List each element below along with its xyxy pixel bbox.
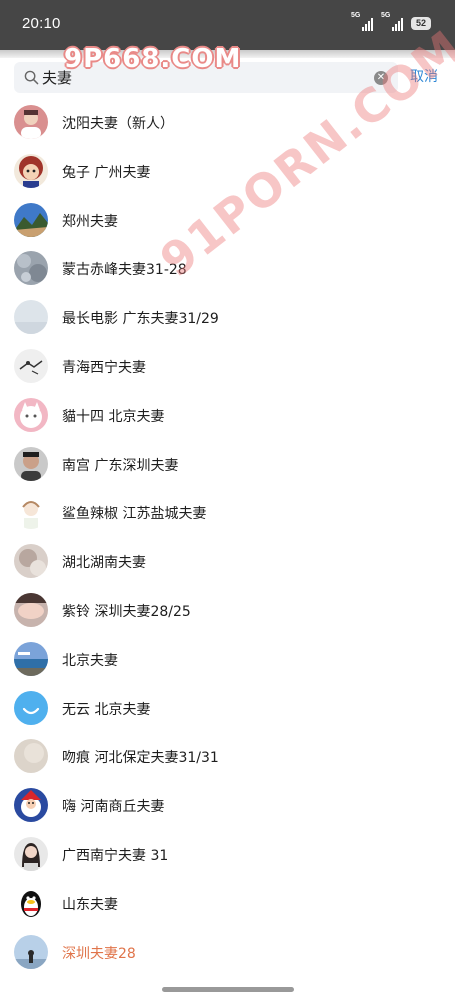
search-input[interactable] (42, 64, 362, 91)
avatar (14, 690, 48, 725)
status-icons: 5G 5G 52 (351, 12, 431, 31)
result-item[interactable]: 鲨鱼辣椒 江苏盐城夫妻 (0, 488, 455, 537)
result-item[interactable]: 貓十四 北京夫妻 (0, 391, 455, 440)
result-item[interactable]: 南宫 广东深圳夫妻 (0, 440, 455, 489)
result-name: 最长电影 广东夫妻31/29 (62, 311, 219, 328)
result-item[interactable]: 青海西宁夫妻 (0, 342, 455, 391)
avatar (14, 544, 48, 579)
avatar (14, 251, 48, 286)
result-name: 青海西宁夫妻 (62, 359, 146, 376)
result-name: 广西南宁夫妻 31 (62, 847, 169, 864)
result-item[interactable]: 山东夫妻 (0, 879, 455, 928)
result-item[interactable]: 兔子 广州夫妻 (0, 147, 455, 196)
avatar (14, 153, 48, 188)
avatar (14, 934, 48, 969)
result-name: 鲨鱼辣椒 江苏盐城夫妻 (62, 506, 207, 523)
network-type-2: 5G (381, 12, 391, 19)
avatar (14, 446, 48, 481)
search-icon (24, 70, 39, 85)
avatar (14, 739, 48, 774)
signal-icon: 5G (351, 12, 373, 31)
result-name: 南宫 广东深圳夫妻 (62, 457, 179, 474)
avatar (14, 592, 48, 627)
search-bar: ✕ 取消 (0, 58, 455, 98)
result-item[interactable]: 北京夫妻 (0, 635, 455, 684)
result-name: 兔子 广州夫妻 (62, 164, 151, 181)
result-item[interactable]: 湖北湖南夫妻 (0, 537, 455, 586)
signal-icon-2: 5G (381, 12, 403, 31)
result-name: 沈阳夫妻（新人） (62, 116, 174, 132)
result-name: 深圳夫妻28 (62, 945, 136, 962)
battery-icon: 52 (411, 16, 431, 30)
avatar (14, 788, 48, 823)
result-name: 湖北湖南夫妻 (62, 555, 146, 572)
cancel-button[interactable]: 取消 (410, 66, 438, 86)
result-item[interactable]: 深圳夫妻28 (0, 928, 455, 977)
status-bar: 20:10 5G 5G 52 (0, 0, 455, 50)
avatar (14, 641, 48, 676)
result-item[interactable]: 嗨 河南商丘夫妻 (0, 781, 455, 830)
result-item[interactable]: 无云 北京夫妻 (0, 684, 455, 733)
status-time: 20:10 (22, 15, 61, 32)
avatar (14, 885, 48, 920)
result-name: 郑州夫妻 (62, 213, 118, 230)
result-item[interactable]: 最长电影 广东夫妻31/29 (0, 293, 455, 342)
result-item[interactable]: 吻痕 河北保定夫妻31/31 (0, 732, 455, 781)
result-name: 嗨 河南商丘夫妻 (62, 799, 165, 816)
result-item[interactable]: 沈阳夫妻（新人） (0, 98, 455, 147)
avatar (14, 397, 48, 432)
search-results-list: 沈阳夫妻（新人） 兔子 广州夫妻 郑州夫妻蒙古赤峰夫妻31-28 最长电影 广东夫妻3… (0, 98, 455, 976)
avatar (14, 495, 48, 530)
result-item[interactable]: 郑州夫妻 (0, 196, 455, 245)
clear-icon[interactable]: ✕ (374, 71, 388, 85)
avatar (14, 348, 48, 383)
header-shade (0, 50, 455, 58)
avatar (14, 202, 48, 237)
search-box[interactable]: ✕ (14, 62, 398, 93)
avatar (14, 836, 48, 871)
result-name: 紫铃 深圳夫妻28/25 (62, 603, 191, 620)
result-name: 貓十四 北京夫妻 (62, 408, 165, 425)
result-name: 吻痕 河北保定夫妻31/31 (62, 750, 219, 767)
result-item[interactable]: 广西南宁夫妻 31 (0, 830, 455, 879)
result-name: 无云 北京夫妻 (62, 701, 151, 718)
result-item[interactable]: 蒙古赤峰夫妻31-28 (0, 244, 455, 293)
result-name: 蒙古赤峰夫妻31-28 (62, 262, 187, 279)
result-item[interactable]: 紫铃 深圳夫妻28/25 (0, 586, 455, 635)
result-name: 北京夫妻 (62, 652, 118, 669)
network-type: 5G (351, 12, 361, 19)
avatar (14, 105, 48, 139)
avatar (14, 300, 48, 335)
result-name: 山东夫妻 (62, 896, 118, 913)
home-indicator[interactable] (162, 987, 294, 992)
